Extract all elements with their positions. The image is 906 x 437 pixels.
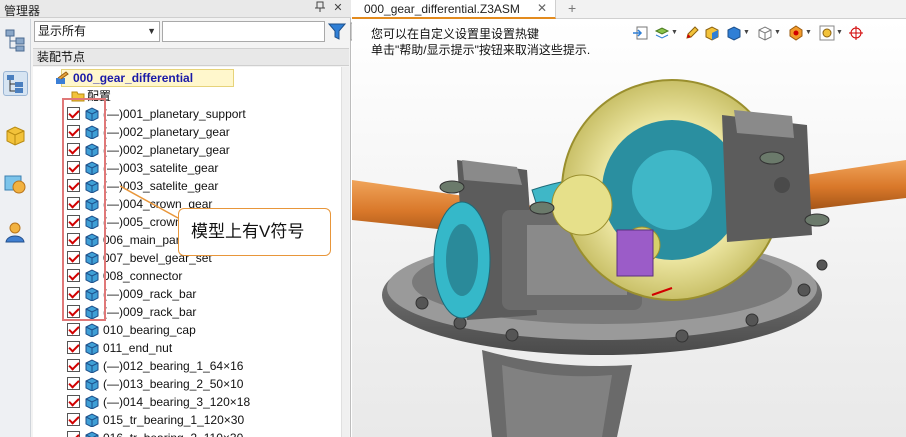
chevron-down-icon[interactable]: ▼	[805, 29, 812, 36]
tree-row-label: (—)009_rack_bar	[103, 287, 197, 301]
chevron-down-icon[interactable]: ▼	[743, 29, 750, 36]
hint-line-1: 您可以在自定义设置里设置热键	[371, 27, 540, 41]
tree-row-label: (—)002_planetary_gear	[103, 125, 230, 139]
filter-layers-icon[interactable]	[654, 25, 670, 41]
3d-viewport[interactable]: 您可以在自定义设置里设置热键 单击"帮助/显示提示"按钮来取消这些提示. ▼ ▼	[352, 20, 906, 437]
tree-row[interactable]: (—)012_bearing_1_64×16	[33, 357, 341, 375]
tree-row[interactable]: 016_tr_bearing_2_110×30	[33, 429, 341, 437]
visibility-checkbox[interactable]	[67, 413, 80, 426]
import-icon[interactable]	[632, 25, 648, 41]
assembly-manager-tab-icon[interactable]	[3, 71, 28, 96]
left-rail	[0, 19, 31, 437]
crosshair-icon[interactable]	[848, 25, 864, 41]
part-cube-icon	[85, 323, 99, 338]
root-label: 000_gear_differential	[73, 71, 194, 85]
tree-row[interactable]: (—)013_bearing_2_50×10	[33, 375, 341, 393]
tree-row[interactable]: 015_tr_bearing_1_120×30	[33, 411, 341, 429]
visibility-checkbox[interactable]	[67, 431, 80, 437]
document-area: 000_gear_differential.Z3ASM ✕ + 您可以在自定义设…	[352, 0, 906, 437]
part-cube-icon	[85, 413, 99, 428]
visibility-checkbox[interactable]	[67, 377, 80, 390]
view-manager-icon[interactable]	[3, 172, 28, 197]
tree-row-label: (—)013_bearing_2_50×10	[103, 377, 244, 391]
view-toolbar: ▼ ▼ ▼ ▼ ▼	[632, 24, 906, 44]
tree-row-label: (—)012_bearing_1_64×16	[103, 359, 244, 373]
new-tab-button[interactable]: +	[568, 0, 576, 16]
tree-row-label: (—)001_planetary_support	[103, 107, 246, 121]
document-tab-label: 000_gear_differential.Z3ASM	[364, 2, 520, 16]
close-icon[interactable]: ✕	[537, 1, 547, 15]
tree-root-node[interactable]: 000_gear_differential	[33, 69, 341, 87]
callout-annotation: 模型上有V符号	[178, 208, 331, 256]
tree-row[interactable]: (—)014_bearing_3_120×18	[33, 393, 341, 411]
filter-dropdown[interactable]: 显示所有 ▼	[34, 21, 160, 42]
manager-title: 管理器	[4, 4, 41, 18]
filter-selected-value: 显示所有	[38, 24, 87, 38]
tree-row-label: 011_end_nut	[103, 341, 173, 355]
tree-row-label: (—)002_planetary_gear	[103, 143, 230, 157]
hint-line-2: 单击"帮助/显示提示"按钮来取消这些提示.	[371, 43, 591, 57]
checkbox-highlight-box	[62, 98, 106, 321]
wireframe-cube-icon[interactable]	[757, 25, 773, 41]
tree-row-label: (—)003_satelite_gear	[103, 179, 219, 193]
chevron-down-icon[interactable]: ▼	[774, 29, 781, 36]
tree-row-label: 015_tr_bearing_1_120×30	[103, 413, 245, 427]
part-library-icon[interactable]	[3, 123, 28, 148]
tree-row[interactable]: 010_bearing_cap	[33, 321, 341, 339]
gear-hex-icon[interactable]	[788, 25, 804, 41]
search-input[interactable]	[162, 21, 325, 42]
tree-scrollbar[interactable]	[341, 67, 349, 437]
visibility-checkbox[interactable]	[67, 395, 80, 408]
part-cube-icon	[85, 359, 99, 374]
pencil-icon[interactable]	[684, 25, 700, 41]
pin-icon[interactable]	[313, 1, 327, 15]
chevron-down-icon: ▼	[147, 26, 156, 36]
gear-differential-model	[352, 79, 906, 437]
tree-header: 装配节点	[33, 48, 349, 66]
tree-row-label: 008_connector	[103, 269, 183, 283]
tree-row-label: 016_tr_bearing_2_110×30	[103, 429, 243, 437]
part-cube-icon	[85, 377, 99, 392]
visibility-checkbox[interactable]	[67, 359, 80, 372]
visibility-checkbox[interactable]	[67, 341, 80, 354]
tree-row-label: 006_main_part	[103, 233, 184, 247]
shaded-cube-icon[interactable]	[704, 25, 720, 41]
tree-row-label: (—)003_satelite_gear	[103, 161, 219, 175]
document-tab[interactable]: 000_gear_differential.Z3ASM ✕	[352, 0, 556, 19]
tree-row-label: (—)014_bearing_3_120×18	[103, 395, 251, 409]
tree-row-label: 010_bearing_cap	[103, 323, 196, 337]
user-icon[interactable]	[3, 220, 28, 245]
document-tabbar: 000_gear_differential.Z3ASM ✕ +	[352, 0, 906, 19]
assembly-tree-icon[interactable]	[3, 27, 28, 52]
chevron-down-icon[interactable]: ▼	[836, 29, 843, 36]
part-cube-icon	[85, 431, 99, 437]
display-mode-icon[interactable]	[726, 25, 742, 41]
render-settings-icon[interactable]	[819, 25, 835, 41]
tree-row[interactable]: 011_end_nut	[33, 339, 341, 357]
tree-row-label: (—)009_rack_bar	[103, 305, 197, 319]
assembly-icon	[55, 71, 69, 85]
part-cube-icon	[85, 341, 99, 356]
manager-titlebar: 管理器 ✕	[0, 0, 351, 18]
close-icon[interactable]: ✕	[331, 1, 345, 15]
part-cube-icon	[85, 395, 99, 410]
chevron-down-icon[interactable]: ▼	[671, 29, 678, 36]
filter-funnel-icon[interactable]	[327, 22, 347, 41]
filter-row: 显示所有 ▼	[33, 20, 370, 44]
visibility-checkbox[interactable]	[67, 323, 80, 336]
